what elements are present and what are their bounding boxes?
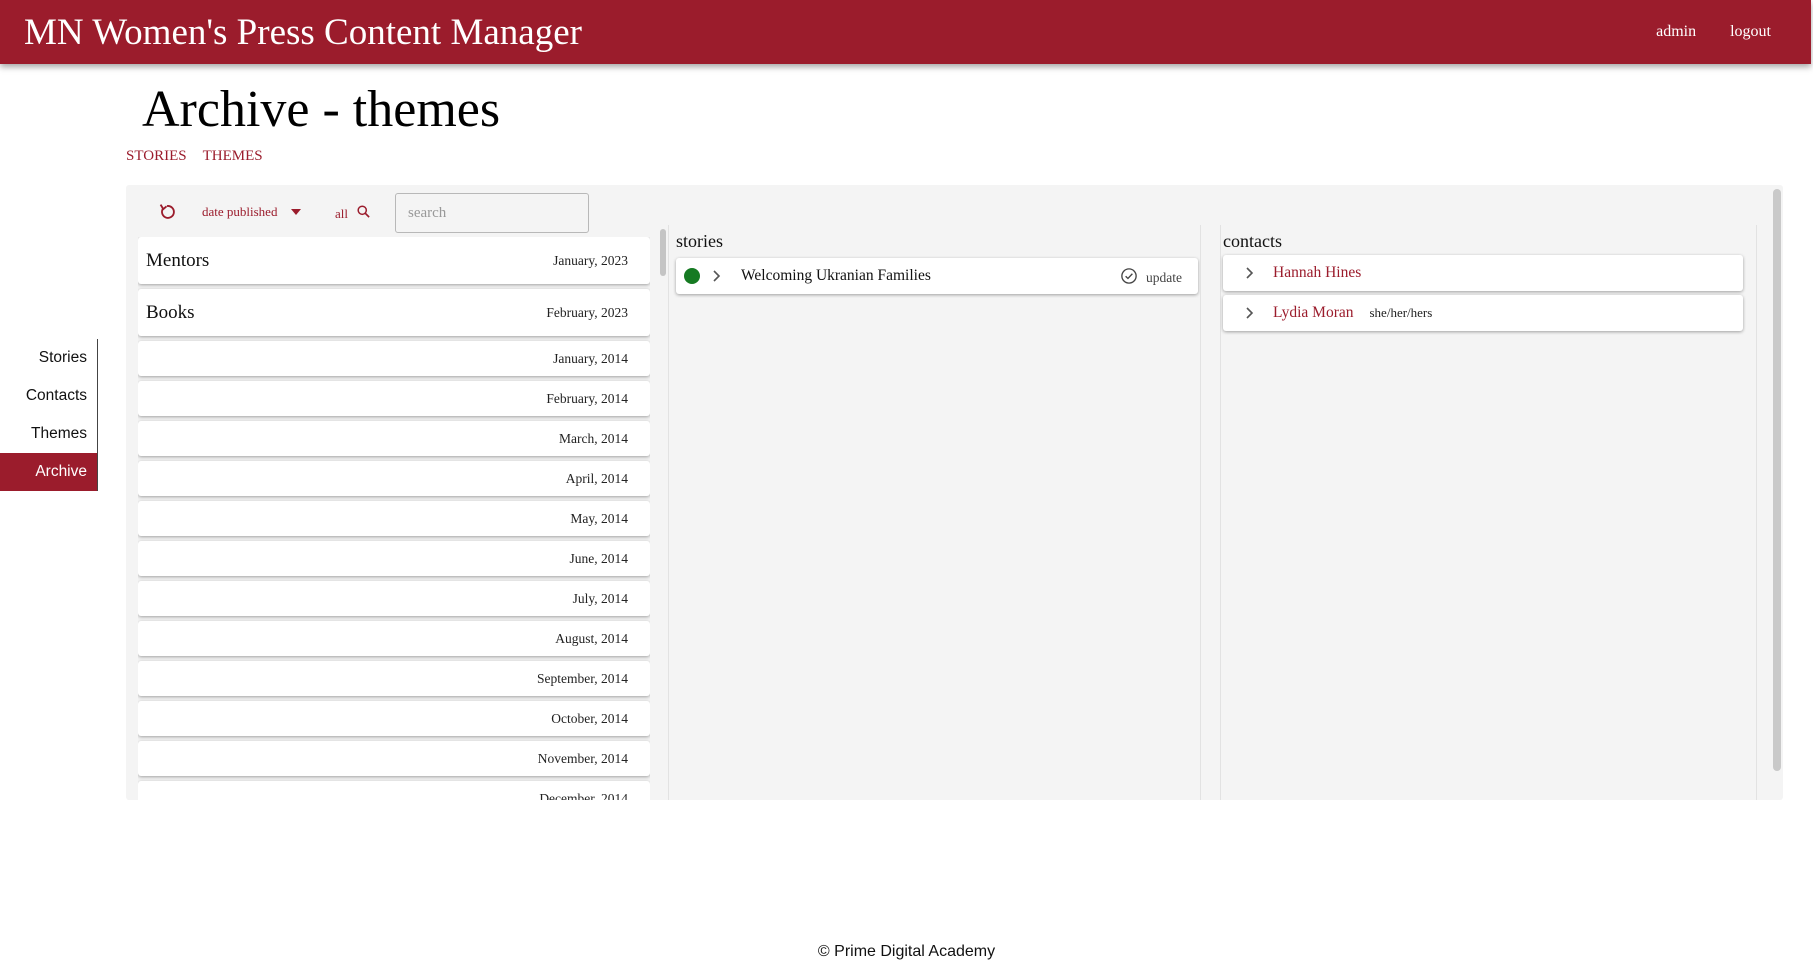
logout-link[interactable]: logout (1730, 23, 1771, 41)
sidebar-item-themes[interactable]: Themes (0, 415, 97, 453)
tab-themes[interactable]: THEMES (203, 148, 263, 165)
theme-row[interactable]: February, 2014 (138, 381, 650, 416)
theme-date: February, 2023 (546, 304, 628, 320)
contact-name[interactable]: Hannah Hines (1273, 264, 1361, 282)
theme-row[interactable]: December, 2014 (138, 781, 650, 800)
theme-list: Mentors January, 2023 Books February, 20… (138, 237, 650, 800)
theme-row[interactable]: October, 2014 (138, 701, 650, 736)
status-dot (684, 268, 700, 284)
theme-row[interactable]: July, 2014 (138, 581, 650, 616)
chevron-right-icon[interactable] (1243, 266, 1257, 280)
top-nav: admin logout (1656, 23, 1771, 41)
theme-row[interactable]: March, 2014 (138, 421, 650, 456)
filter-all-button[interactable]: all (335, 204, 371, 223)
check-circle-icon (1120, 267, 1138, 289)
theme-date: November, 2014 (537, 750, 628, 766)
theme-date: March, 2014 (559, 430, 628, 446)
theme-date: September, 2014 (537, 670, 628, 686)
chevron-right-icon[interactable] (710, 269, 724, 283)
theme-date: May, 2014 (570, 510, 628, 526)
archive-subtabs: STORIES THEMES (126, 148, 263, 165)
sidebar-item-contacts[interactable]: Contacts (0, 377, 97, 415)
contact-name[interactable]: Lydia Moran (1273, 304, 1354, 322)
theme-row[interactable]: Books February, 2023 (138, 289, 650, 336)
theme-date: December, 2014 (539, 790, 628, 801)
column-divider (1756, 225, 1757, 800)
stories-heading: stories (676, 231, 723, 251)
contacts-column: contacts Hannah Hines Lydia Moran she/he… (1221, 225, 1743, 800)
sort-select[interactable]: date published (202, 204, 302, 220)
theme-row[interactable]: August, 2014 (138, 621, 650, 656)
theme-date: February, 2014 (546, 390, 628, 406)
theme-name: Books (146, 301, 195, 323)
story-status[interactable]: update (1120, 267, 1182, 289)
theme-row[interactable]: April, 2014 (138, 461, 650, 496)
theme-row[interactable]: September, 2014 (138, 661, 650, 696)
search-icon (356, 204, 371, 223)
theme-date: August, 2014 (555, 630, 628, 646)
footer-copyright: © Prime Digital Academy (817, 943, 996, 960)
sort-label: date published (202, 204, 278, 219)
theme-date: January, 2014 (553, 350, 628, 366)
tab-stories[interactable]: STORIES (126, 148, 187, 165)
theme-row[interactable]: January, 2014 (138, 341, 650, 376)
theme-date: January, 2023 (553, 252, 628, 268)
panel-scrollbar[interactable] (1773, 189, 1781, 771)
admin-link[interactable]: admin (1656, 23, 1696, 41)
contact-pronouns: she/her/hers (1369, 305, 1433, 320)
theme-name: Mentors (146, 249, 210, 271)
theme-toolbar: date published all (126, 185, 666, 235)
theme-date: April, 2014 (565, 470, 628, 486)
sidebar-item-stories[interactable]: Stories (0, 339, 97, 377)
search-input[interactable] (395, 193, 589, 233)
theme-list-scrollbar[interactable] (660, 229, 666, 276)
stories-column: stories Welcoming Ukranian Families upda… (668, 225, 1198, 800)
top-app-bar: MN Women's Press Content Manager admin l… (0, 0, 1811, 64)
contact-row[interactable]: Hannah Hines (1223, 255, 1743, 291)
column-divider (1200, 225, 1201, 800)
theme-date: July, 2014 (572, 590, 628, 606)
theme-row[interactable]: November, 2014 (138, 741, 650, 776)
sidebar-item-archive[interactable]: Archive (0, 453, 97, 491)
filter-label: all (335, 205, 348, 221)
theme-date: June, 2014 (569, 550, 629, 566)
archive-panel: date published all Mentors January, 2023… (126, 185, 1783, 800)
sidebar-nav: Stories Contacts Themes Archive (0, 339, 98, 491)
contacts-heading: contacts (1223, 231, 1282, 251)
page-title: Archive - themes (142, 81, 501, 138)
theme-row[interactable]: June, 2014 (138, 541, 650, 576)
story-status-label: update (1146, 270, 1182, 285)
story-row[interactable]: Welcoming Ukranian Families update (676, 258, 1198, 294)
chevron-right-icon[interactable] (1243, 306, 1257, 320)
story-title: Welcoming Ukranian Families (741, 267, 931, 284)
app-title: MN Women's Press Content Manager (24, 11, 582, 53)
theme-row[interactable]: Mentors January, 2023 (138, 237, 650, 284)
contact-row[interactable]: Lydia Moran she/her/hers (1223, 295, 1743, 331)
refresh-icon[interactable] (156, 201, 178, 223)
theme-date: October, 2014 (551, 710, 628, 726)
theme-row[interactable]: May, 2014 (138, 501, 650, 536)
caret-down-icon (291, 209, 302, 215)
